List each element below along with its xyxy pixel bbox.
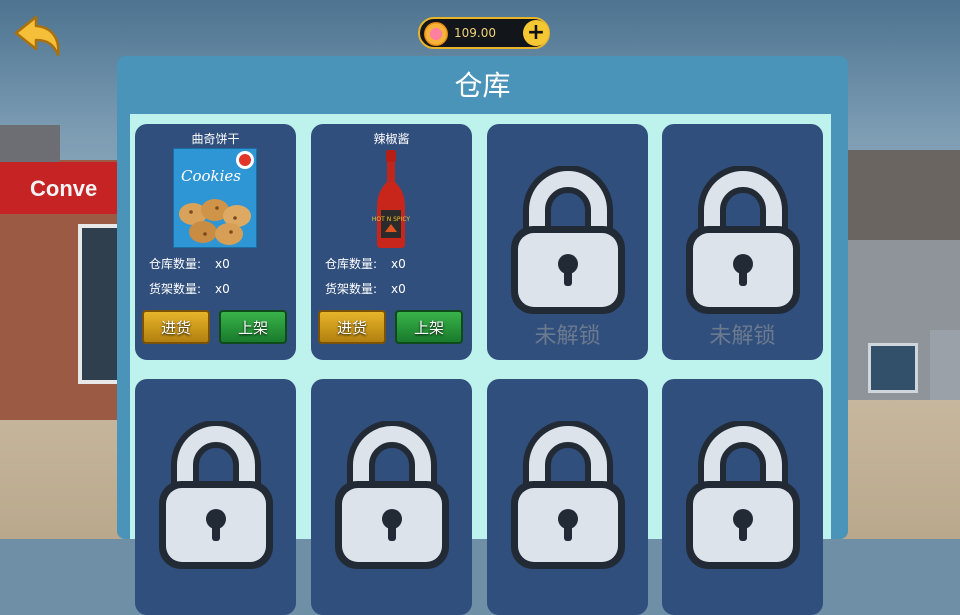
warehouse-stock-label: 仓库数量: — [325, 257, 378, 271]
product-card-cookies: 曲奇饼干 Cookies 仓库数量: x0 货架数量: x0 进货 上架 — [135, 124, 296, 360]
shelf-stock-value: x0 — [391, 282, 406, 296]
shelf-stock-label: 货架数量: — [149, 282, 202, 296]
locked-slot[interactable]: 未解锁 — [662, 124, 823, 360]
shelve-button[interactable]: 上架 — [219, 310, 287, 344]
lock-icon — [511, 421, 625, 569]
shelf-stock-value: x0 — [215, 282, 230, 296]
house-roof — [845, 150, 960, 240]
back-arrow-icon[interactable] — [12, 13, 66, 59]
house-window — [868, 343, 918, 393]
restock-button[interactable]: 进货 — [318, 310, 386, 344]
currency-amount: 109.00 — [454, 26, 496, 40]
shelf-stock-row: 货架数量: x0 — [149, 280, 230, 297]
house-door — [930, 330, 960, 400]
locked-slot[interactable] — [135, 379, 296, 615]
lock-icon — [159, 421, 273, 569]
inventory-grid: 曲奇饼干 Cookies 仓库数量: x0 货架数量: x0 进货 上架 辣椒酱 — [130, 114, 831, 615]
locked-slot[interactable] — [487, 379, 648, 615]
add-currency-button[interactable]: + — [523, 20, 549, 46]
lock-icon — [335, 421, 449, 569]
restock-button[interactable]: 进货 — [142, 310, 210, 344]
lock-icon — [511, 166, 625, 314]
warehouse-stock-value: x0 — [391, 257, 406, 271]
locked-slot[interactable] — [662, 379, 823, 615]
product-card-hot-sauce: 辣椒酱 HOT N SPICY 仓库数量: x0 货架数量: x0 进货 上架 — [311, 124, 472, 360]
product-name: 辣椒酱 — [373, 132, 410, 146]
cookies-brand-text: Cookies — [181, 167, 241, 185]
warehouse-stock-label: 仓库数量: — [149, 257, 202, 271]
locked-label: 未解锁 — [709, 324, 776, 349]
locked-slot[interactable] — [311, 379, 472, 615]
store-window — [78, 224, 118, 384]
product-name: 曲奇饼干 — [191, 132, 240, 146]
currency-bar: 109.00 + — [418, 17, 550, 49]
shelve-button[interactable]: 上架 — [395, 310, 463, 344]
panel-title: 仓库 — [454, 69, 511, 102]
warehouse-stock-value: x0 — [215, 257, 230, 271]
cookies-box-image: Cookies — [173, 148, 257, 248]
lock-icon — [686, 166, 800, 314]
warehouse-stock-row: 仓库数量: x0 — [149, 255, 230, 272]
coin-icon — [424, 22, 448, 46]
hot-sauce-bottle-image: HOT N SPICY — [372, 150, 410, 248]
shelf-stock-row: 货架数量: x0 — [325, 280, 406, 297]
warehouse-stock-row: 仓库数量: x0 — [325, 255, 406, 272]
lock-icon — [686, 421, 800, 569]
store-roof — [0, 125, 60, 165]
shelf-stock-label: 货架数量: — [325, 282, 378, 296]
locked-slot[interactable]: 未解锁 — [487, 124, 648, 360]
locked-label: 未解锁 — [534, 324, 601, 349]
store-sign-text: Conve — [30, 176, 98, 201]
sauce-label-text: HOT N SPICY — [372, 216, 410, 223]
